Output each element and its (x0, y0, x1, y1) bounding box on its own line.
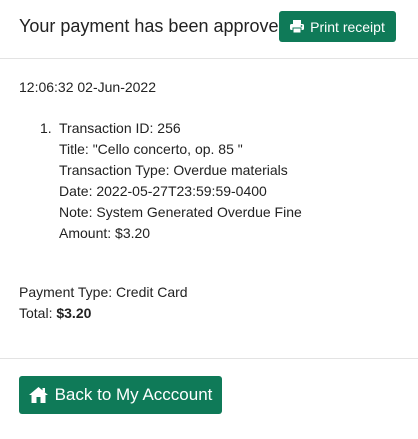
transaction-number: 1. (40, 120, 52, 136)
print-receipt-button[interactable]: Print receipt (279, 11, 396, 42)
transaction-note: Note: System Generated Overdue Fine (59, 204, 302, 220)
receipt-timestamp: 12:06:32 02-Jun-2022 (19, 79, 156, 95)
transaction-title: Title: "Cello concerto, op. 85 " (59, 141, 243, 157)
printer-icon (290, 20, 305, 34)
transaction-type: Transaction Type: Overdue materials (59, 162, 288, 178)
list-item: 1. Transaction ID: 256 Title: "Cello con… (19, 118, 302, 244)
back-to-account-button[interactable]: Back to My Acccount (19, 376, 222, 414)
back-to-account-label: Back to My Acccount (54, 385, 213, 404)
transaction-id: Transaction ID: 256 (59, 120, 181, 136)
payment-type: Payment Type: Credit Card (19, 284, 188, 300)
print-receipt-label: Print receipt (310, 18, 385, 35)
total-label: Total: (19, 305, 57, 321)
transaction-list: 1. Transaction ID: 256 Title: "Cello con… (19, 118, 302, 244)
top-divider (0, 58, 418, 59)
transaction-date: Date: 2022-05-27T23:59:59-0400 (59, 183, 267, 199)
approval-message: Your payment has been approved. (19, 16, 294, 36)
payment-summary: Payment Type: Credit Card Total: $3.20 (19, 282, 188, 324)
transaction-amount: Amount: $3.20 (59, 225, 151, 241)
total-value: $3.20 (56, 305, 92, 321)
bottom-divider (0, 358, 418, 359)
home-icon (28, 387, 48, 403)
total-row: Total: $3.20 (19, 303, 188, 324)
approval-header: Your payment has been approved. Print re… (19, 11, 399, 43)
